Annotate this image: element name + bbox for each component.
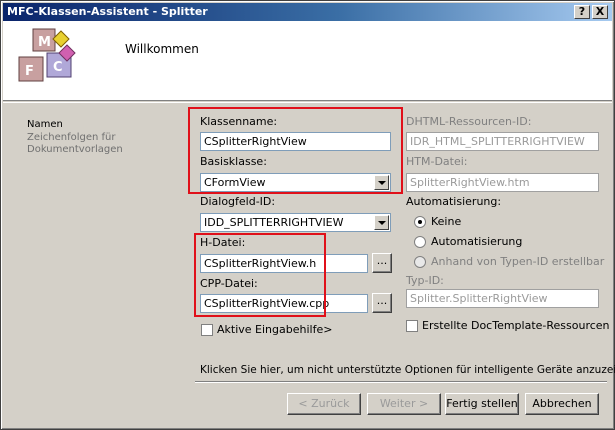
title-bar: MFC-Klassen-Assistent - Splitter ? X — [3, 3, 612, 21]
hdatei-label: H-Datei: — [200, 236, 246, 249]
typid-label: Typ-ID: — [406, 274, 444, 287]
basisklasse-value: CFormView — [204, 176, 266, 189]
finish-button[interactable]: Fertig stellen — [445, 393, 519, 415]
bottom-divider — [195, 381, 607, 383]
cancel-button[interactable]: Abbrechen — [525, 393, 599, 415]
klassenname-input[interactable]: CSplitterRightView — [200, 132, 391, 151]
nav-item-namen[interactable]: Namen — [27, 119, 63, 131]
htm-label: HTM-Datei: — [406, 155, 468, 168]
dialogfeld-select[interactable]: IDD_SPLITTERRIGHTVIEW — [200, 213, 391, 232]
automatisierung-label: Automatisierung: — [406, 195, 502, 208]
cppdatei-input[interactable]: CSplitterRightView.cpp — [200, 294, 368, 313]
hdatei-input[interactable]: CSplitterRightView.h — [200, 254, 368, 273]
mfc-logo-icon: M F C — [18, 28, 76, 82]
hdatei-browse-button[interactable]: ... — [372, 253, 392, 273]
page-title: Willkommen — [125, 42, 199, 56]
help-button[interactable]: ? — [574, 5, 590, 19]
radio-automatisierung-label[interactable]: Automatisierung — [431, 235, 522, 248]
logo-letter-c: C — [53, 60, 63, 75]
doctemplate-label[interactable]: Erstellte DocTemplate-Ressourcen — [422, 319, 610, 332]
chevron-down-icon[interactable] — [374, 175, 389, 190]
dhtml-label: DHTML-Ressourcen-ID: — [406, 115, 532, 128]
radio-keine[interactable] — [414, 216, 426, 228]
doctemplate-checkbox[interactable] — [406, 320, 418, 332]
radio-keine-label[interactable]: Keine — [431, 215, 461, 228]
header-divider — [3, 102, 612, 103]
aktive-eingabehilfe-label[interactable]: Aktive Eingabehilfe> — [217, 323, 332, 336]
back-button[interactable]: < Zurück — [287, 393, 361, 415]
dhtml-input: IDR_HTML_SPLITTERRIGHTVIEW — [406, 132, 599, 151]
chevron-down-icon[interactable] — [374, 215, 389, 230]
logo-letter-f: F — [25, 64, 34, 79]
basisklasse-label: Basisklasse: — [200, 155, 267, 168]
next-button[interactable]: Weiter > — [367, 393, 441, 415]
basisklasse-select[interactable]: CFormView — [200, 173, 391, 192]
radio-automatisierung[interactable] — [414, 236, 426, 248]
wizard-header: M F C Willkommen — [3, 21, 612, 101]
cppdatei-browse-button[interactable]: ... — [372, 293, 392, 313]
dialogfeld-value: IDD_SPLITTERRIGHTVIEW — [204, 216, 344, 229]
window-title: MFC-Klassen-Assistent - Splitter — [7, 5, 208, 18]
close-button[interactable]: X — [592, 5, 608, 19]
radio-typen-id — [414, 256, 426, 268]
cppdatei-label: CPP-Datei: — [200, 277, 258, 290]
dialog-window: MFC-Klassen-Assistent - Splitter ? X M F… — [0, 0, 615, 430]
htm-input: SplitterRightView.htm — [406, 173, 599, 192]
dialogfeld-label: Dialogfeld-ID: — [200, 195, 276, 208]
radio-typen-id-label: Anhand von Typen-ID erstellbar — [431, 255, 605, 268]
aktive-eingabehilfe-checkbox[interactable] — [201, 324, 213, 336]
klassenname-label: Klassenname: — [200, 115, 278, 128]
nav-item-zeichenfolgen[interactable]: Zeichenfolgen für Dokumentvorlagen — [27, 132, 137, 156]
logo-letter-m: M — [38, 35, 51, 50]
typid-input: Splitter.SplitterRightView — [406, 289, 599, 308]
smart-device-notice-link[interactable]: Klicken Sie hier, um nicht unterstützte … — [200, 364, 615, 376]
